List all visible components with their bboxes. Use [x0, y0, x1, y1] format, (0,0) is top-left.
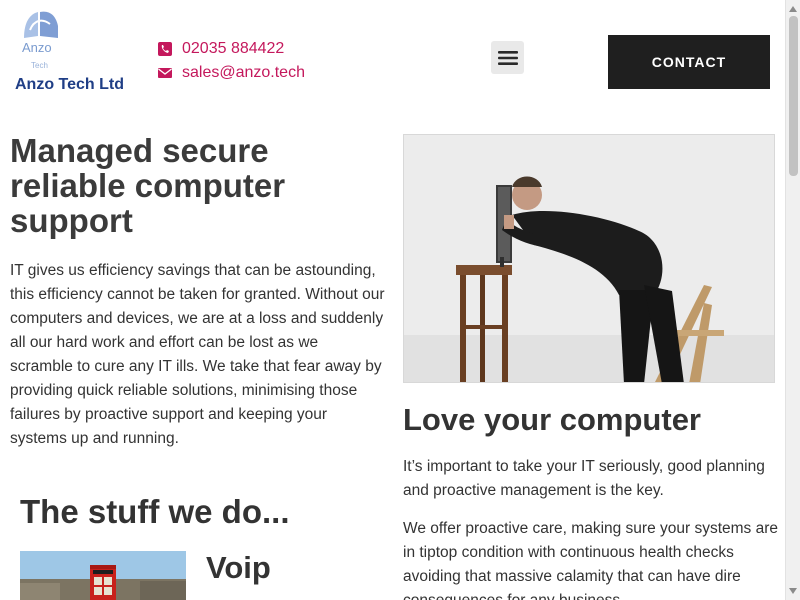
hero-body: IT gives us efficiency savings that can … — [10, 262, 385, 447]
triangle-down-icon — [789, 588, 797, 594]
scroll-up-button[interactable] — [786, 2, 800, 16]
services-title: The stuff we do... — [20, 493, 290, 530]
hero-image — [403, 134, 775, 383]
menu-toggle-button[interactable] — [491, 41, 524, 74]
email-address[interactable]: sales@anzo.tech — [182, 64, 305, 82]
love-paragraph: It’s important to take your IT seriously… — [403, 458, 765, 499]
voip-image — [20, 551, 186, 600]
brand-name[interactable]: Anzo Tech Ltd — [15, 76, 124, 94]
phone-icon — [158, 42, 172, 56]
hero-title: Managed secure reliable computer support — [10, 132, 286, 239]
service-voip-title[interactable]: Voip — [206, 550, 271, 586]
envelope-icon — [158, 68, 172, 78]
love-title: Love your computer — [403, 402, 701, 437]
logo-mark-icon — [24, 11, 58, 38]
logo-tagline: Tech — [31, 61, 48, 70]
phone-number[interactable]: 02035 884422 — [182, 40, 284, 58]
logo-wordmark: Anzo — [22, 40, 52, 55]
love-paragraph: We offer proactive care, making sure you… — [403, 520, 779, 600]
page-scrollbar[interactable] — [785, 0, 800, 600]
scroll-down-button[interactable] — [786, 584, 800, 598]
scroll-thumb[interactable] — [789, 16, 798, 176]
hamburger-menu-icon — [497, 50, 518, 65]
phone-link[interactable]: 02035 884422 — [158, 40, 284, 58]
email-link[interactable]: sales@anzo.tech — [158, 64, 305, 82]
contact-button[interactable]: CONTACT — [608, 35, 770, 89]
love-body: It’s important to take your IT seriously… — [403, 455, 783, 600]
triangle-up-icon — [789, 6, 797, 12]
